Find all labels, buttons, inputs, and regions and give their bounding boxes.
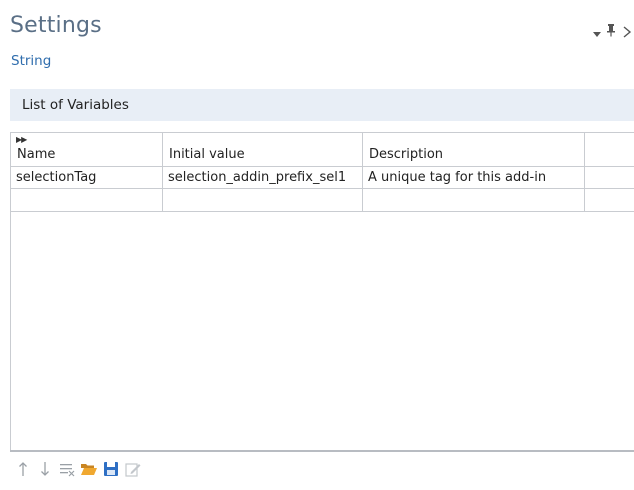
column-header-label: Name <box>17 147 56 162</box>
column-header-extra[interactable] <box>585 133 634 167</box>
pin-icon[interactable] <box>606 22 616 41</box>
arrow-down-icon <box>41 462 49 476</box>
settings-subtitle: String <box>11 53 52 69</box>
edit-button[interactable] <box>124 460 142 478</box>
table-cell-initial-value[interactable] <box>163 189 363 212</box>
list-of-variables-section[interactable]: List of Variables <box>10 89 634 121</box>
column-header-name[interactable]: ▶▶ Name <box>11 133 163 167</box>
settings-title: Settings <box>10 13 102 38</box>
clear-table-button[interactable] <box>58 460 76 478</box>
move-up-button[interactable] <box>14 460 32 478</box>
cell-text: selection_addin_prefix_sel1 <box>168 170 347 185</box>
table-cell-description[interactable]: A unique tag for this add-in <box>363 167 585 189</box>
edit-icon <box>125 463 141 477</box>
cell-text: selectionTag <box>16 170 97 185</box>
cell-text: A unique tag for this add-in <box>368 170 547 185</box>
table-cell-extra[interactable] <box>585 167 634 189</box>
section-label: List of Variables <box>22 97 129 113</box>
save-to-file-button[interactable] <box>102 460 120 478</box>
table-cell-initial-value[interactable]: selection_addin_prefix_sel1 <box>163 167 363 189</box>
clear-list-icon <box>60 464 75 477</box>
window-controls <box>590 22 634 38</box>
dropdown-arrow-icon[interactable] <box>592 24 602 43</box>
variables-table: ▶▶ Name Initial value Description select… <box>10 132 634 450</box>
column-header-initial-value[interactable]: Initial value <box>163 133 363 167</box>
table-cell-name[interactable] <box>11 189 163 212</box>
table-cell-name[interactable]: selectionTag <box>11 167 163 189</box>
table-bottom-border <box>10 450 634 452</box>
arrow-up-icon <box>19 462 27 476</box>
move-down-button[interactable] <box>36 460 54 478</box>
table-cell-description[interactable] <box>363 189 585 212</box>
save-icon <box>104 462 118 476</box>
table-cell-extra[interactable] <box>585 189 634 212</box>
folder-open-icon <box>81 464 97 475</box>
column-header-description[interactable]: Description <box>363 133 585 167</box>
load-from-file-button[interactable] <box>80 460 98 478</box>
expand-columns-icon[interactable]: ▶▶ <box>16 135 27 144</box>
column-header-label: Description <box>369 147 444 162</box>
column-header-label: Initial value <box>169 147 245 162</box>
close-icon[interactable] <box>622 23 632 42</box>
